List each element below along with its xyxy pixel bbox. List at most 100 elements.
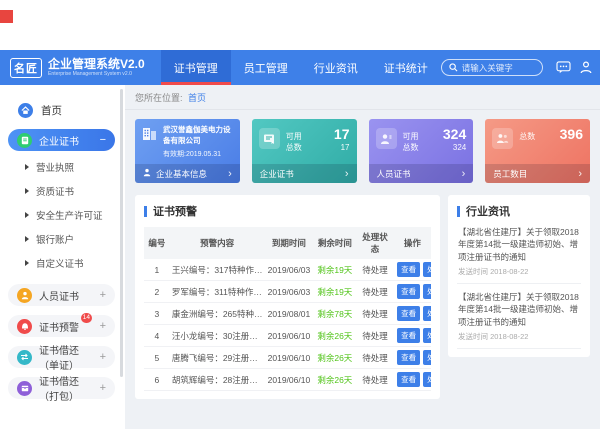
cell-warning-content: 胡筑辉编号：28注册类人... xyxy=(170,369,265,391)
cell-warning-content: 罗军编号：311特种作业... xyxy=(170,281,265,303)
cell-remaining-days: 剩余26天 xyxy=(313,325,356,347)
sidebar-group-enterprise-cert[interactable]: 企业证书 − xyxy=(8,129,115,151)
tab-employee-management[interactable]: 员工管理 xyxy=(231,50,301,85)
collapse-icon[interactable]: − xyxy=(100,134,106,146)
cert-borrow-package-icon xyxy=(17,381,32,396)
view-button[interactable]: 查看 xyxy=(397,262,420,277)
person-card-icon xyxy=(376,128,397,149)
view-button[interactable]: 查看 xyxy=(397,306,420,321)
card-footer-label: 企业基本信息 xyxy=(156,168,207,180)
stat-key: 总数 xyxy=(403,142,419,153)
title-accent-bar xyxy=(457,206,460,217)
news-item-title: 【湖北省住建厅】关于领取2018年度第14批一级建造师初始、增项注册证书的通知 xyxy=(458,226,580,263)
cell-due-date: 2019/06/10 xyxy=(265,325,314,347)
expand-icon[interactable]: + xyxy=(100,351,106,363)
handle-button[interactable]: 处理 xyxy=(423,306,431,321)
cell-remaining-days: 剩余26天 xyxy=(313,369,356,391)
sidebar-subitem[interactable]: 资质证书 xyxy=(0,179,125,203)
cell-no: 6 xyxy=(144,369,170,391)
caret-right-icon xyxy=(25,188,29,194)
handle-button[interactable]: 处理 xyxy=(423,328,431,343)
stat-key: 总数 xyxy=(519,131,535,142)
sidebar-group-label: 证书借还（单证） xyxy=(39,342,93,372)
cert-warning-table: 编号 预警内容 到期时间 剩余时间 处理状态 操作 1 xyxy=(144,227,431,391)
sidebar-group-cert-borrow-single[interactable]: 证书借还（单证） + xyxy=(8,346,115,368)
sidebar-group-cert-borrow-package[interactable]: 证书借还（打包） + xyxy=(8,377,115,399)
card-staff-count[interactable]: 总数 396 员工数目 › xyxy=(485,119,590,183)
sidebar-subitem[interactable]: 安全生产许可证 xyxy=(0,203,125,227)
search-box[interactable] xyxy=(441,59,543,76)
card-enterprise-cert[interactable]: 可用 17 总数 17 企业证书 › xyxy=(252,119,357,183)
cell-status: 待处理 xyxy=(356,325,393,347)
expand-icon[interactable]: + xyxy=(100,320,106,332)
sidebar-subitem[interactable]: 银行账户 xyxy=(0,227,125,251)
chevron-right-icon: › xyxy=(228,168,232,180)
table-row: 6 胡筑辉编号：28注册类人... 2019/06/10 剩余26天 待处理 查… xyxy=(144,369,431,391)
search-input[interactable] xyxy=(462,63,535,73)
view-button[interactable]: 查看 xyxy=(397,328,420,343)
tab-industry-news[interactable]: 行业资讯 xyxy=(301,50,371,85)
sidebar-subitem[interactable]: 自定义证书 xyxy=(0,251,125,275)
stat-key: 可用 xyxy=(403,131,419,142)
view-button[interactable]: 查看 xyxy=(397,372,420,387)
card-company-info[interactable]: 武汉誉鑫伽美电力设备有限公司 有效期:2019.05.31 企业基本信息 › xyxy=(135,119,240,183)
expand-icon[interactable]: + xyxy=(100,289,106,301)
cell-status: 待处理 xyxy=(356,281,393,303)
handle-button[interactable]: 处理 xyxy=(423,262,431,277)
tab-certificate-management[interactable]: 证书管理 xyxy=(161,50,231,85)
caret-right-icon xyxy=(25,260,29,266)
handle-button[interactable]: 处理 xyxy=(423,350,431,365)
app-title: 企业管理系统V2.0 xyxy=(48,58,147,71)
company-validity: 有效期:2019.05.31 xyxy=(163,149,233,159)
cell-actions: 查看处理 xyxy=(394,369,431,391)
home-icon xyxy=(18,103,33,118)
view-button[interactable]: 查看 xyxy=(397,350,420,365)
staff-count-footer-link[interactable]: 员工数目 › xyxy=(485,164,590,183)
cell-due-date: 2019/06/10 xyxy=(265,347,314,369)
panel-title-text: 行业资讯 xyxy=(466,203,510,219)
company-info-footer-link[interactable]: 企业基本信息 › xyxy=(135,164,240,183)
personnel-cert-footer-link[interactable]: 人员证书 › xyxy=(369,164,474,183)
handle-button[interactable]: 处理 xyxy=(423,372,431,387)
page: 名匠 企业管理系统V2.0 Enterprise Management Syst… xyxy=(0,0,600,429)
stat-value-available: 324 xyxy=(443,126,466,142)
sidebar-scrollbar[interactable] xyxy=(120,89,123,377)
people-icon xyxy=(492,128,513,149)
sidebar-home-label: 首页 xyxy=(41,103,62,118)
certificate-icon xyxy=(259,128,280,149)
view-button[interactable]: 查看 xyxy=(397,284,420,299)
sidebar-subitem-label: 安全生产许可证 xyxy=(36,208,103,222)
title-accent-bar xyxy=(144,206,147,217)
main-content: 您所在位置: 首页 武汉誉鑫伽美电力设备有限公司 有效期:2019.05.31 xyxy=(125,85,600,429)
message-icon[interactable] xyxy=(556,61,571,74)
user-icon[interactable] xyxy=(580,61,592,74)
sidebar-group-label: 证书借还（打包） xyxy=(39,373,93,403)
news-item[interactable]: 【湖北省住建厅】关于领取2018年度第14批一级建造师初始、增项注册证书的通知 … xyxy=(457,219,581,284)
sidebar-group-personnel-cert[interactable]: 人员证书 + xyxy=(8,284,115,306)
enterprise-cert-footer-link[interactable]: 企业证书 › xyxy=(252,164,357,183)
cell-remaining-days: 剩余78天 xyxy=(313,303,356,325)
tab-certificate-statistics[interactable]: 证书统计 xyxy=(371,50,441,85)
sidebar-group-cert-warning[interactable]: 证书预警 14 + xyxy=(8,315,115,337)
col-header-content: 预警内容 xyxy=(170,227,265,259)
building-icon xyxy=(142,125,157,164)
top-nav: 证书管理 员工管理 行业资讯 证书统计 xyxy=(161,50,441,85)
news-item[interactable]: 【湖北省住建厅】关于领取2018年度第14批一级建造师初始、增项注册证书的通知 … xyxy=(457,284,581,349)
sidebar-subitem-label: 营业执照 xyxy=(36,160,74,174)
sidebar-subitem[interactable]: 营业执照 xyxy=(0,155,125,179)
breadcrumb-home-link[interactable]: 首页 xyxy=(188,93,206,103)
table-row: 4 汪小龙编号：30注册类人... 2019/06/10 剩余26天 待处理 查… xyxy=(144,325,431,347)
expand-icon[interactable]: + xyxy=(100,382,106,394)
logo-mark: 名匠 xyxy=(10,58,42,78)
sidebar-item-home[interactable]: 首页 xyxy=(18,99,115,121)
card-personnel-cert[interactable]: 可用 324 总数 324 人员证书 › xyxy=(369,119,474,183)
stat-key: 总数 xyxy=(286,142,302,153)
sidebar-subitem-label: 资质证书 xyxy=(36,184,74,198)
cell-status: 待处理 xyxy=(356,347,393,369)
enterprise-cert-icon xyxy=(17,133,32,148)
cert-borrow-single-icon xyxy=(17,350,32,365)
cell-warning-content: 王兴编号：317特种作业... xyxy=(170,259,265,281)
cell-status: 待处理 xyxy=(356,303,393,325)
handle-button[interactable]: 处理 xyxy=(423,284,431,299)
personnel-cert-icon xyxy=(17,288,32,303)
